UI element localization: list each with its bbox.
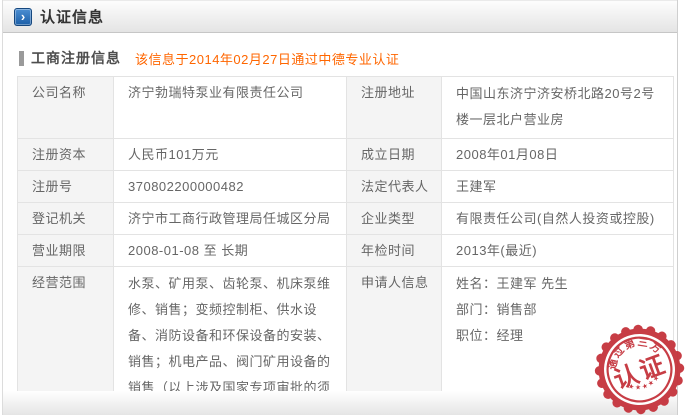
value-business-scope: 水泵、矿用泵、齿轮泵、机床泵维修、销售；变频控制柜、供水设备、消防设备和环保设备… bbox=[114, 267, 347, 415]
section-marker-bar bbox=[19, 51, 24, 66]
label-establish-date: 成立日期 bbox=[347, 139, 442, 171]
value-annual-inspection: 2013年(最近) bbox=[442, 235, 674, 267]
label-applicant-info: 申请人信息 bbox=[347, 267, 442, 415]
table-row: 注册资本 人民币101万元 成立日期 2008年01月08日 bbox=[18, 139, 674, 171]
value-registration-number: 370802200000482 bbox=[114, 171, 347, 203]
page-title: 认证信息 bbox=[40, 6, 104, 27]
value-business-term: 2008-01-08 至 长期 bbox=[114, 235, 347, 267]
page-header: › 认证信息 bbox=[3, 0, 677, 33]
table-row: 注册号 370802200000482 法定代表人 王建军 bbox=[18, 171, 674, 203]
table-row: 公司名称 济宁勃瑞特泵业有限责任公司 注册地址 中国山东济宁济安桥北路20号2号… bbox=[18, 77, 674, 139]
table-row: 经营范围 水泵、矿用泵、齿轮泵、机床泵维修、销售；变频控制柜、供水设备、消防设备… bbox=[18, 267, 674, 415]
label-registration-authority: 登记机关 bbox=[18, 203, 114, 235]
section-header: 工商注册信息 该信息于2014年02月27日通过中德专业认证 bbox=[19, 49, 677, 67]
table-row: 营业期限 2008-01-08 至 长期 年检时间 2013年(最近) bbox=[18, 235, 674, 267]
value-registration-authority: 济宁市工商行政管理局任城区分局 bbox=[114, 203, 347, 235]
label-legal-representative: 法定代表人 bbox=[347, 171, 442, 203]
label-annual-inspection: 年检时间 bbox=[347, 235, 442, 267]
label-business-scope: 经营范围 bbox=[18, 267, 114, 415]
label-registered-address: 注册地址 bbox=[347, 77, 442, 139]
value-establish-date: 2008年01月08日 bbox=[442, 139, 674, 171]
label-company-name: 公司名称 bbox=[18, 77, 114, 139]
value-enterprise-type: 有限责任公司(自然人投资或控股) bbox=[442, 203, 674, 235]
certification-info-page: › 认证信息 工商注册信息 该信息于2014年02月27日通过中德专业认证 公司… bbox=[0, 0, 685, 415]
table-row: 登记机关 济宁市工商行政管理局任城区分局 企业类型 有限责任公司(自然人投资或控… bbox=[18, 203, 674, 235]
label-business-term: 营业期限 bbox=[18, 235, 114, 267]
content-frame: › 认证信息 工商注册信息 该信息于2014年02月27日通过中德专业认证 公司… bbox=[2, 0, 678, 415]
label-enterprise-type: 企业类型 bbox=[347, 203, 442, 235]
certification-notice: 该信息于2014年02月27日通过中德专业认证 bbox=[135, 49, 399, 68]
value-company-name: 济宁勃瑞特泵业有限责任公司 bbox=[114, 77, 347, 139]
value-registered-address: 中国山东济宁济安桥北路20号2号楼一层北户营业房 bbox=[442, 77, 674, 139]
section-title: 工商注册信息 bbox=[31, 48, 121, 68]
value-legal-representative: 王建军 bbox=[442, 171, 674, 203]
chevron-right-icon: › bbox=[14, 8, 32, 26]
label-registered-capital: 注册资本 bbox=[18, 139, 114, 171]
applicant-name: 姓名：王建军 先生 bbox=[456, 271, 663, 297]
label-registration-number: 注册号 bbox=[18, 171, 114, 203]
applicant-department: 部门：销售部 bbox=[456, 297, 663, 323]
value-registered-capital: 人民币101万元 bbox=[114, 139, 347, 171]
registration-info-table: 公司名称 济宁勃瑞特泵业有限责任公司 注册地址 中国山东济宁济安桥北路20号2号… bbox=[17, 76, 674, 415]
